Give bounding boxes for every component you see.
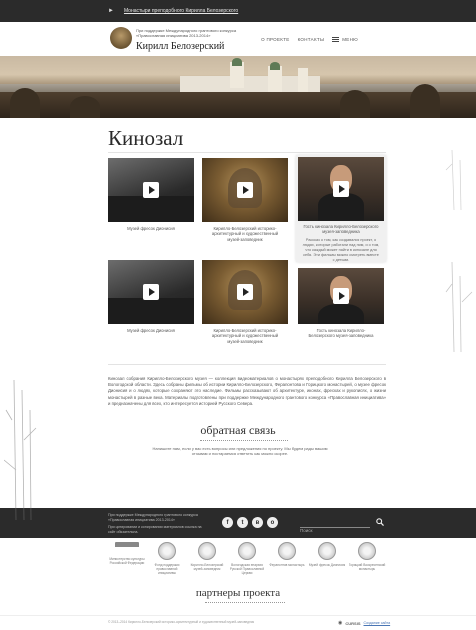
video-caption: Музей фресок Дионисия bbox=[127, 226, 175, 231]
title-underline bbox=[200, 440, 288, 441]
partner-name: Вологодская епархия Русской Православной… bbox=[229, 563, 265, 576]
video-thumbnail[interactable] bbox=[202, 158, 288, 222]
hero-monastery-photo bbox=[0, 56, 476, 118]
hero-tree bbox=[10, 88, 40, 118]
footer-search bbox=[300, 519, 370, 533]
hero-tree bbox=[70, 96, 100, 118]
partners-list: Министерство культуры Российской Федерац… bbox=[108, 542, 386, 576]
partner-name: Горицкий Воскресенский монастырь bbox=[348, 563, 386, 572]
play-button-icon[interactable] bbox=[143, 182, 159, 198]
partner-logo bbox=[198, 542, 216, 560]
video-card[interactable]: Музей фресок Дионисия bbox=[108, 260, 194, 333]
video-card[interactable]: Музей фресок Дионисия bbox=[108, 158, 194, 231]
divider bbox=[108, 152, 386, 153]
video-thumbnail[interactable] bbox=[202, 260, 288, 324]
partner-name: Фонд поддержки православной инициативы bbox=[154, 563, 180, 576]
partner-item[interactable]: Вологодская епархия Русской Православной… bbox=[228, 542, 266, 576]
partner-logo bbox=[158, 542, 176, 560]
video-thumbnail[interactable] bbox=[108, 260, 194, 324]
developer-credit: ◉ CURSIS Создание сайта bbox=[338, 620, 390, 626]
twitter-icon[interactable]: t bbox=[237, 517, 248, 528]
hero-dome bbox=[232, 58, 242, 66]
footer-rights-text: При цитировании и копировании материалов… bbox=[108, 525, 202, 534]
vk-icon[interactable]: в bbox=[252, 517, 263, 528]
menu-button[interactable]: Меню bbox=[332, 37, 358, 42]
nav-contacts-link[interactable]: Контакты bbox=[298, 37, 325, 42]
copyright-text: © 2013–2014 Кирилло-Белозерский историко… bbox=[108, 620, 255, 624]
play-button-icon[interactable] bbox=[333, 288, 349, 304]
developer-link[interactable]: Создание сайта bbox=[364, 621, 391, 625]
map-pin-icon: ◉ bbox=[338, 620, 343, 626]
partner-name: Кирилло-Белозерский музей-заповедник bbox=[190, 563, 224, 572]
partner-logo bbox=[238, 542, 256, 560]
partner-name: Министерство культуры Российской Федерац… bbox=[109, 557, 145, 566]
play-icon[interactable]: ► bbox=[108, 8, 114, 14]
partner-logo bbox=[358, 542, 376, 560]
video-caption: Кирилло-Белозерский историко-архитектурн… bbox=[211, 328, 279, 344]
hero-dome bbox=[270, 62, 280, 70]
video-caption: Гость кинозала Кирилло-Белозерского музе… bbox=[303, 224, 379, 235]
partner-item[interactable]: Горицкий Воскресенский монастырь bbox=[348, 542, 386, 576]
nav-about-link[interactable]: О проекте bbox=[261, 37, 289, 42]
partner-item[interactable]: Фонд поддержки православной инициативы bbox=[148, 542, 186, 576]
site-header: При поддержке Международного грантового … bbox=[0, 22, 476, 56]
announcement-link[interactable]: Монастыри преподобного Кирилла Белозерск… bbox=[124, 8, 238, 14]
partner-item[interactable]: Кирилло-Белозерский музей-заповедник bbox=[188, 542, 226, 576]
divider bbox=[108, 364, 386, 365]
hero-tree bbox=[410, 84, 440, 118]
play-button-icon[interactable] bbox=[237, 284, 253, 300]
birch-sketch-decoration bbox=[445, 262, 473, 352]
search-input[interactable] bbox=[300, 528, 360, 533]
video-thumbnail[interactable] bbox=[108, 158, 194, 222]
partner-item[interactable]: Ферапонтов монастырь bbox=[268, 542, 306, 576]
project-support-line: При поддержке Международного грантового … bbox=[136, 28, 237, 38]
video-card[interactable]: Кирилло-Белозерский историко-архитектурн… bbox=[202, 158, 288, 242]
main-nav: О проекте Контакты Меню bbox=[261, 37, 358, 42]
video-card-highlighted[interactable]: Гость кинозала Кирилло-Белозерского музе… bbox=[296, 155, 386, 262]
feedback-title: обратная связь bbox=[200, 423, 276, 437]
search-icon[interactable] bbox=[376, 518, 384, 526]
video-card[interactable]: Кирилло-Белозерский историко-архитектурн… bbox=[202, 260, 288, 344]
divider bbox=[0, 615, 476, 616]
partner-logo bbox=[318, 542, 336, 560]
hero-tree bbox=[340, 90, 370, 118]
page-title: Кинозал bbox=[108, 126, 184, 150]
hamburger-icon bbox=[332, 37, 340, 42]
video-thumbnail[interactable] bbox=[298, 157, 384, 221]
site-logo[interactable] bbox=[110, 27, 132, 49]
birch-sketch-decoration bbox=[445, 150, 462, 210]
site-title[interactable]: Кирилл Белозерский bbox=[136, 41, 224, 52]
birch-sketch-decoration bbox=[4, 380, 37, 520]
partner-name: Музей фресок Дионисия bbox=[308, 563, 346, 567]
title-underline bbox=[205, 602, 285, 603]
video-caption: Музей фресок Дионисия bbox=[127, 328, 175, 333]
play-button-icon[interactable] bbox=[333, 181, 349, 197]
partner-logo bbox=[115, 542, 139, 554]
partner-name: Ферапонтов монастырь bbox=[269, 563, 305, 567]
play-button-icon[interactable] bbox=[143, 284, 159, 300]
intro-text: Кинозал собрания Кирилло-Белозерского му… bbox=[108, 376, 386, 406]
social-links: f t в о bbox=[222, 517, 278, 528]
video-caption: Гость кинозала Кирилло-Белозерского музе… bbox=[308, 328, 374, 339]
video-card[interactable]: Гость кинозала Кирилло-Белозерского музе… bbox=[298, 268, 384, 339]
developer-name[interactable]: CURSIS bbox=[345, 621, 360, 626]
site-footer: При поддержке Международного грантового … bbox=[0, 508, 476, 538]
partner-logo bbox=[278, 542, 296, 560]
footer-project-text: При поддержке Международного грантового … bbox=[108, 513, 198, 522]
play-button-icon[interactable] bbox=[237, 182, 253, 198]
hero-church bbox=[298, 68, 308, 94]
video-thumbnail[interactable] bbox=[298, 268, 384, 324]
video-description: Рассказ о том, как создавался проект, о … bbox=[302, 237, 380, 262]
partner-item[interactable]: Музей фресок Дионисия bbox=[308, 542, 346, 576]
top-announcement-bar: ► Монастыри преподобного Кирилла Белозер… bbox=[0, 0, 476, 22]
video-caption: Кирилло-Белозерский историко-архитектурн… bbox=[211, 226, 279, 242]
partners-title: партнеры проекта bbox=[195, 587, 281, 599]
odnoklassniki-icon[interactable]: о bbox=[267, 517, 278, 528]
feedback-text: Напишите нам, если у вас есть вопросы ил… bbox=[152, 446, 328, 457]
partner-item[interactable]: Министерство культуры Российской Федерац… bbox=[108, 542, 146, 576]
menu-label: Меню bbox=[342, 37, 358, 42]
facebook-icon[interactable]: f bbox=[222, 517, 233, 528]
